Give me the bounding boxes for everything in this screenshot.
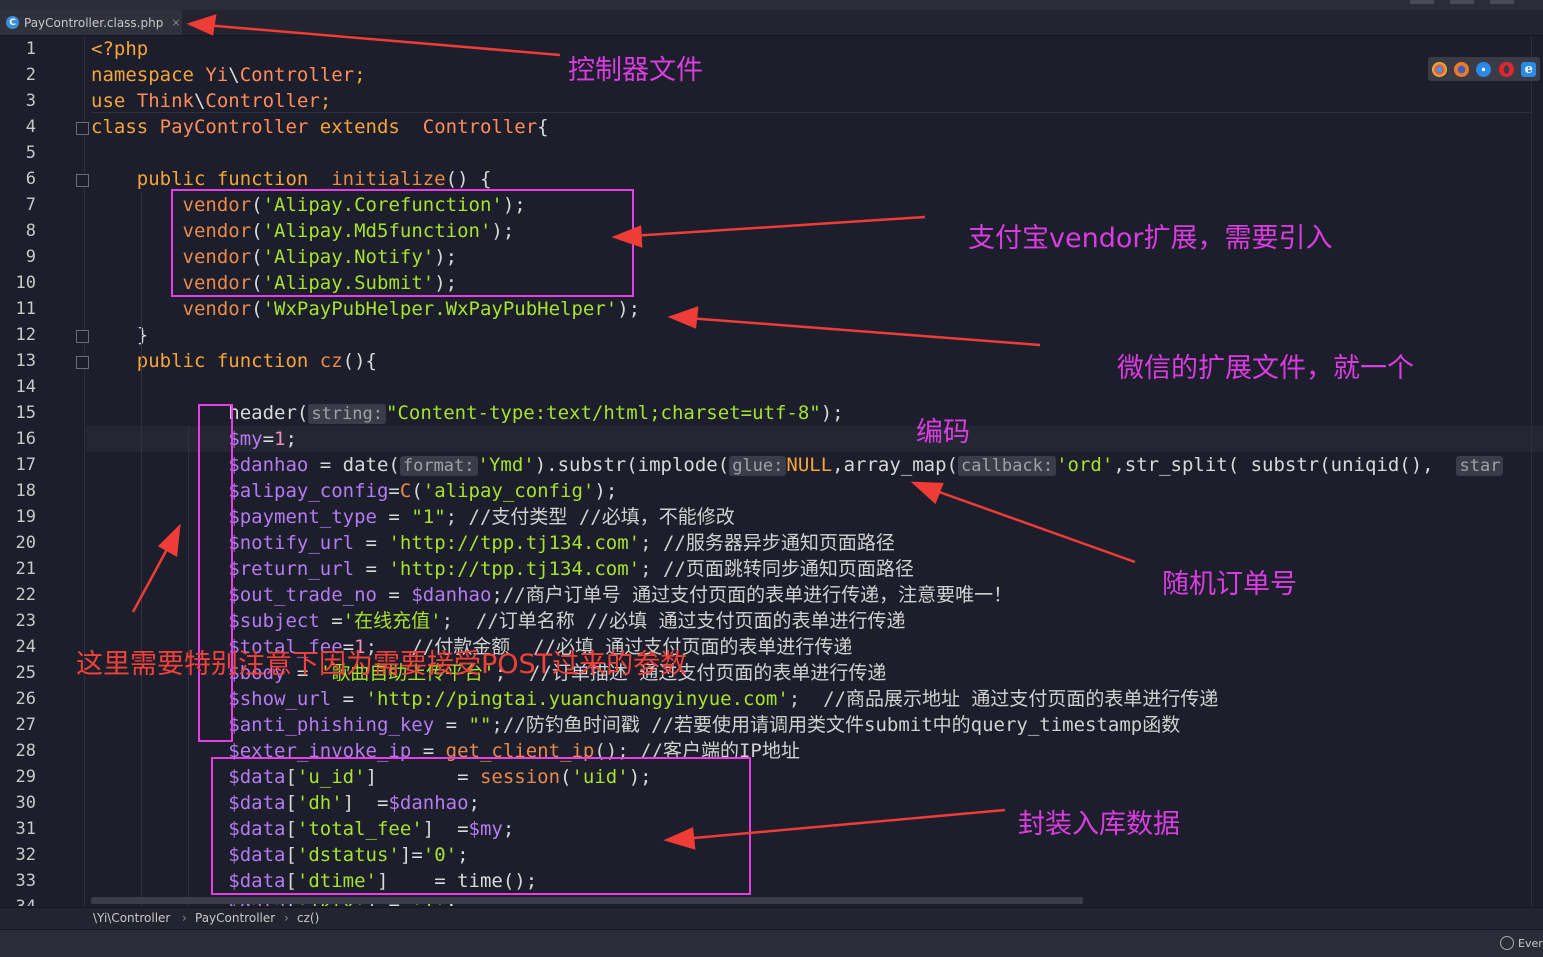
breadcrumb: \Yi\Controller › PayController › cz() <box>0 907 1543 930</box>
event-log-label[interactable]: Ever <box>1518 937 1543 950</box>
annotation-controller-file: 控制器文件 <box>568 55 703 86</box>
annotation-db-data: 封装入库数据 <box>1018 809 1180 840</box>
arrow-alipay-vendor <box>631 215 926 238</box>
arrow-wechat-ext <box>687 316 1041 347</box>
breadcrumb-method[interactable]: cz() <box>297 911 319 925</box>
annotation-random-order: 随机订单号 <box>1162 569 1297 600</box>
annotation-encoding: 编码 <box>916 417 970 448</box>
arrowhead <box>910 481 944 505</box>
arrowhead <box>663 827 696 850</box>
event-log-icon[interactable] <box>1500 936 1514 950</box>
annotation-arrows <box>131 14 1136 850</box>
annotation-post-params: 这里需要特别注意下因为需要接受POST过来的参数 <box>76 649 688 680</box>
arrowhead <box>611 225 643 248</box>
annotation-wechat-ext: 微信的扩展文件，就一个 <box>1117 353 1414 384</box>
arrow-random-order <box>927 486 1136 564</box>
breadcrumb-separator: › <box>182 911 187 925</box>
breadcrumb-class[interactable]: PayController <box>195 911 275 925</box>
arrow-controller-file <box>204 23 561 57</box>
annotation-alipay-vendor: 支付宝vendor扩展，需要引入 <box>968 223 1333 254</box>
breadcrumb-namespace[interactable]: \Yi\Controller <box>93 911 170 925</box>
status-bar: Ever <box>0 929 1543 957</box>
arrowhead <box>157 523 181 558</box>
arrow-db-data <box>682 808 1006 841</box>
arrowhead <box>186 14 217 36</box>
breadcrumb-separator: › <box>284 911 289 925</box>
arrowhead <box>667 306 699 329</box>
